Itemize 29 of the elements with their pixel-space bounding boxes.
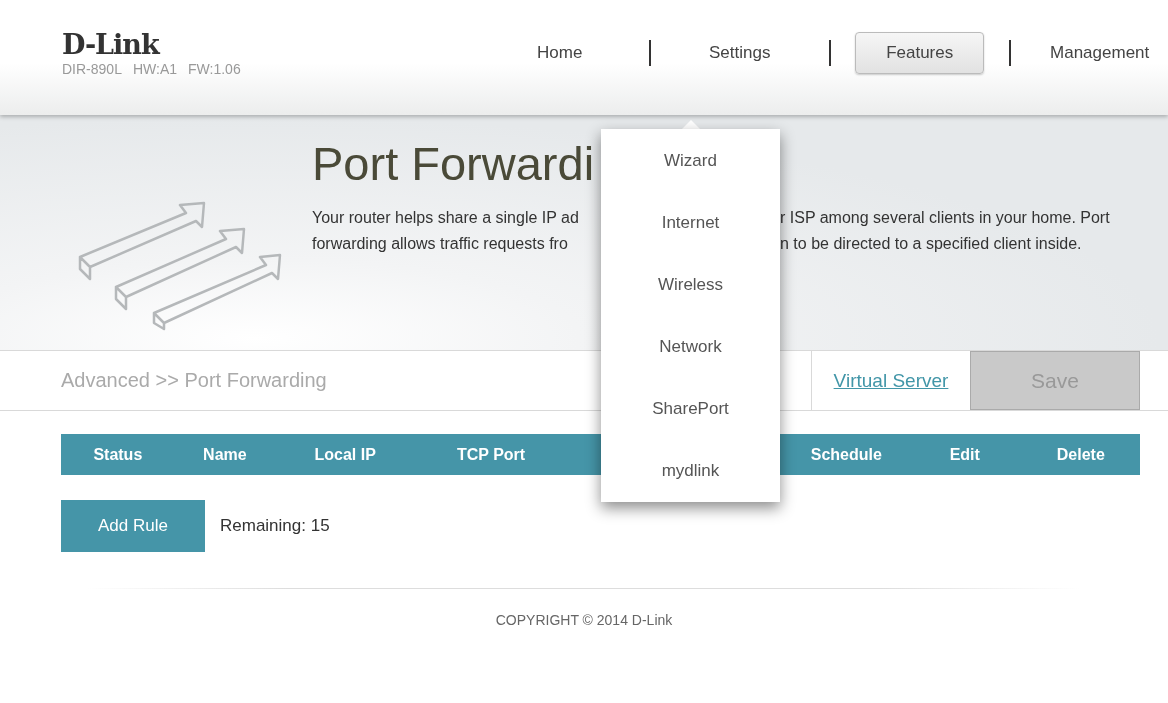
description-text: forwarding allows traffic requests fro	[312, 234, 569, 254]
remaining-count: Remaining: 15	[220, 516, 330, 536]
column-header: Status	[92, 445, 144, 464]
model-label: DIR-890L	[62, 60, 122, 77]
page-title: Port Forwardi	[312, 137, 595, 191]
nav-tab[interactable]: Management	[1019, 31, 1168, 74]
column-header: Edit	[948, 445, 981, 464]
menu-item[interactable]: Network	[601, 316, 780, 378]
menu-item[interactable]: Wizard	[601, 130, 780, 192]
menu-item[interactable]: mydlink	[601, 440, 780, 502]
menu-item[interactable]: SharePort	[601, 378, 780, 440]
nav-tab[interactable]: Home	[506, 31, 614, 74]
copyright-text: COPYRIGHT © 2014 D-Link	[494, 612, 674, 628]
firmware-version: FW:1.06	[188, 60, 241, 77]
brand-logo: D-Link	[62, 30, 161, 59]
breadcrumb: Advanced >> Port Forwarding	[61, 369, 328, 392]
column-header: Local IP	[313, 445, 377, 464]
column-header: Delete	[1055, 445, 1106, 464]
menu-item[interactable]: Wireless	[601, 254, 780, 316]
description-text: Your router helps share a single IP ad	[312, 208, 580, 228]
description-text: n to be directed to a specified client inside.	[780, 234, 1082, 254]
nav-tab[interactable]: Features	[855, 31, 985, 74]
description-text: r ISP among several clients in your home. Port	[780, 208, 1110, 228]
column-header: Schedule	[809, 445, 883, 464]
column-header: Name	[202, 445, 248, 464]
column-header: TCP Port	[456, 445, 527, 464]
nav-tab[interactable]: Settings	[677, 31, 802, 74]
menu-item[interactable]: Internet	[601, 192, 780, 254]
hardware-version: HW:A1	[132, 60, 177, 77]
